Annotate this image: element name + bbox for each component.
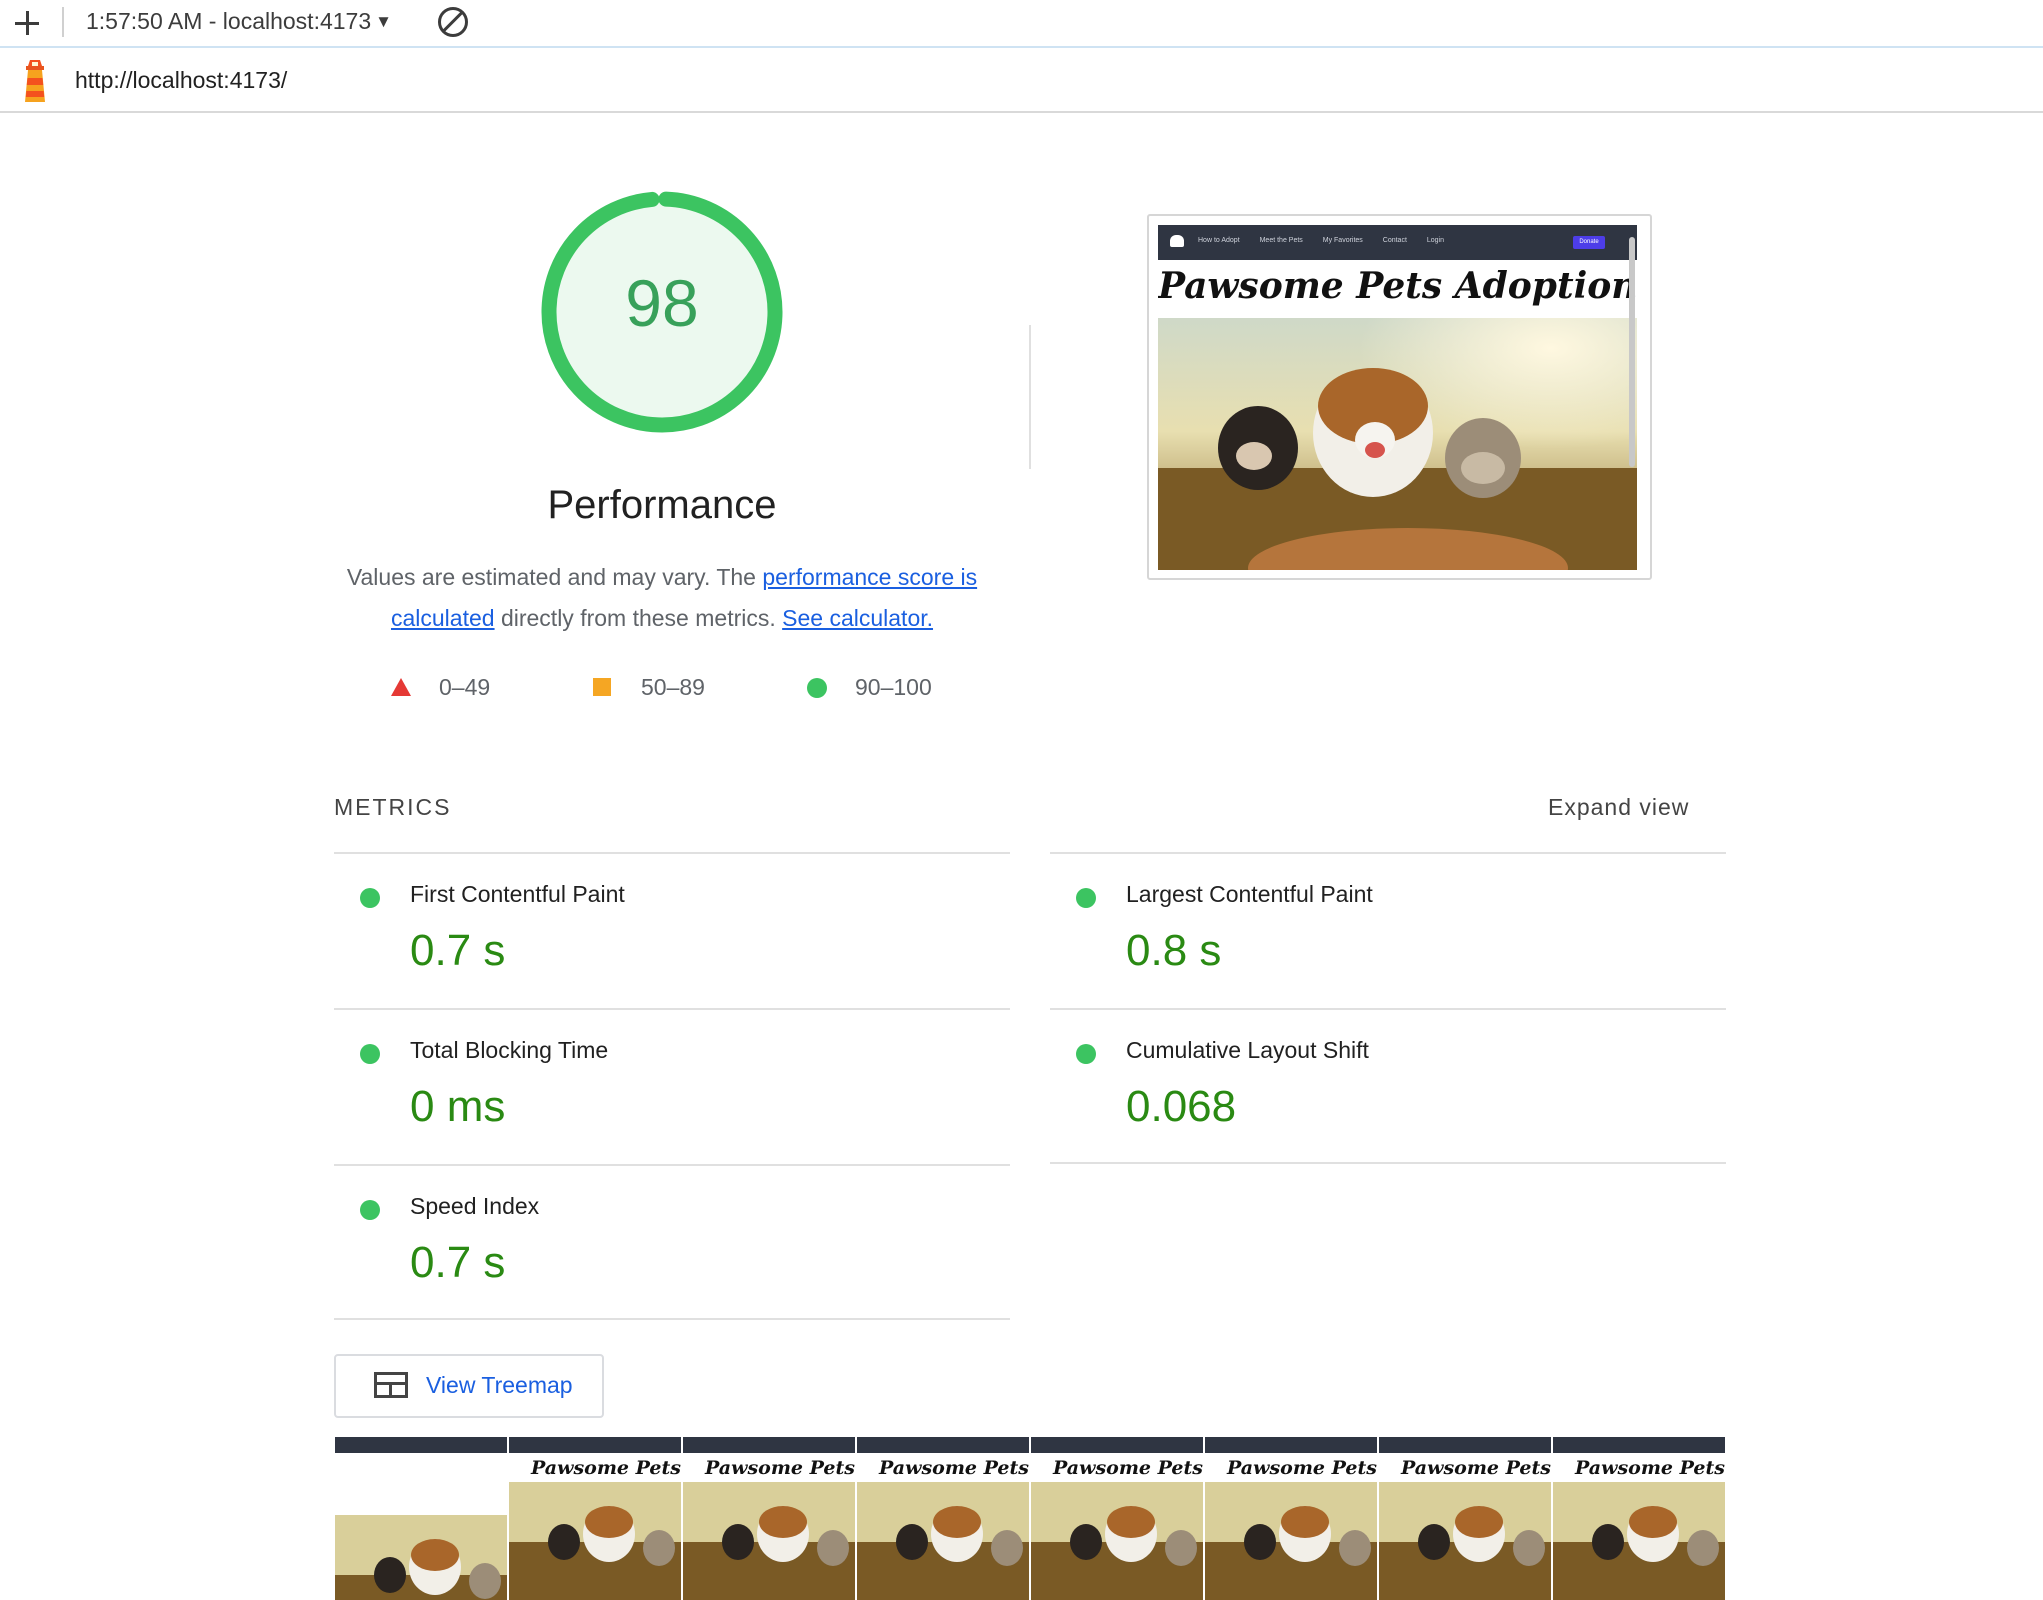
- nav-link: Contact: [1382, 237, 1407, 244]
- filmstrip-frame: Pawsome Pets Ado: [1205, 1437, 1379, 1600]
- frame-navbar: [1031, 1437, 1203, 1453]
- screenshot-viewport: How to Adopt Meet the Pets My Favorites …: [1158, 225, 1637, 570]
- site-nav-links: How to Adopt Meet the Pets My Favorites …: [1198, 237, 1462, 244]
- metric-name: Speed Index: [410, 1193, 540, 1219]
- treemap-label: View Treemap: [426, 1372, 573, 1398]
- nav-link: My Favorites: [1322, 237, 1363, 244]
- frame-title: Pawsome Pets Ado: [1401, 1457, 1551, 1479]
- report-url-bar: http://localhost:4173/: [0, 48, 2043, 113]
- metric-name: Cumulative Layout Shift: [1126, 1037, 1369, 1063]
- metric-name: Total Blocking Time: [410, 1037, 609, 1063]
- frame-blank-area: [335, 1453, 507, 1515]
- see-calculator-link[interactable]: See calculator.: [782, 605, 933, 631]
- frame-hero-image: [857, 1482, 1029, 1600]
- filmstrip-frame: Pawsome Pets Ado: [1031, 1437, 1205, 1600]
- filmstrip-frame: Pawsome Pets Ado: [509, 1437, 683, 1600]
- frame-title: Pawsome Pets Ado: [1575, 1457, 1725, 1479]
- frame-navbar: [335, 1437, 507, 1453]
- gauge-divider: [1029, 325, 1031, 469]
- filmstrip-frame: Pawsome Pets Ado: [1379, 1437, 1553, 1600]
- frame-hero-image: [335, 1515, 507, 1600]
- metric-speed-index: Speed Index 0.7 s: [334, 1166, 1010, 1322]
- metric-name: Largest Contentful Paint: [1126, 881, 1373, 907]
- report-url: http://localhost:4173/: [75, 67, 288, 93]
- nav-link: How to Adopt: [1198, 237, 1240, 244]
- frame-navbar: [1379, 1437, 1551, 1453]
- clear-icon[interactable]: [438, 7, 468, 37]
- divider: [334, 1318, 1010, 1320]
- metric-value: 0.7 s: [410, 926, 506, 975]
- view-treemap-button[interactable]: View Treemap: [334, 1354, 604, 1418]
- metric-first-contentful-paint: First Contentful Paint 0.7 s: [334, 854, 1010, 1010]
- frame-title: Pawsome Pets Ado: [531, 1457, 681, 1479]
- frame-title: Pawsome Pets Ado: [1053, 1457, 1203, 1479]
- pass-circle-icon: [1076, 1044, 1096, 1064]
- caret-down-icon: ▼: [375, 12, 392, 31]
- frame-hero-image: [1031, 1482, 1203, 1600]
- frame-hero-image: [1553, 1482, 1725, 1600]
- legend-label: 0–49: [439, 674, 491, 700]
- frame-hero-image: [1205, 1482, 1377, 1600]
- treemap-icon: [374, 1372, 408, 1398]
- frame-navbar: [683, 1437, 855, 1453]
- frame-navbar: [1553, 1437, 1725, 1453]
- frame-hero-image: [509, 1482, 681, 1600]
- metric-value: 0 ms: [410, 1082, 506, 1131]
- filmstrip-frame: [335, 1437, 509, 1600]
- frame-title: Pawsome Pets Ado: [879, 1457, 1029, 1479]
- metric-name: First Contentful Paint: [410, 881, 625, 907]
- session-label: 1:57:50 AM - localhost:4173: [86, 8, 372, 34]
- filmstrip: Pawsome Pets Ado Pawsome Pets Ado Pawsome …: [335, 1437, 1726, 1600]
- circle-icon: [807, 678, 827, 698]
- metric-value: 0.068: [1126, 1082, 1237, 1131]
- expand-view-toggle[interactable]: Expand view: [1548, 794, 1689, 821]
- pass-circle-icon: [360, 1044, 380, 1064]
- donate-button: Donate: [1573, 236, 1605, 249]
- preview-scrollbar: [1629, 237, 1635, 467]
- description-text: Values are estimated and may vary. The: [346, 564, 763, 590]
- performance-score: 98: [625, 266, 699, 340]
- metrics-heading: METRICS: [334, 794, 452, 820]
- nav-link: Login: [1426, 237, 1444, 244]
- metric-largest-contentful-paint: Largest Contentful Paint 0.8 s: [1050, 854, 1726, 1010]
- category-title: Performance: [547, 483, 777, 527]
- filmstrip-frame: Pawsome Pets Ado: [857, 1437, 1031, 1600]
- heart-paw-logo-icon: [1170, 235, 1184, 247]
- site-title: Pawsome Pets Adoption: [1158, 265, 1637, 307]
- lighthouse-icon: [25, 60, 45, 102]
- score-description: Values are estimated and may vary. The p…: [330, 557, 994, 639]
- frame-navbar: [857, 1437, 1029, 1453]
- description-text-2: directly from these metrics.: [494, 605, 783, 631]
- filmstrip-frame: Pawsome Pets Ado: [1553, 1437, 1726, 1600]
- frame-title: Pawsome Pets Ado: [1227, 1457, 1377, 1479]
- hero-pets-image: [1158, 318, 1637, 570]
- report-session-dropdown[interactable]: 1:57:50 AM - localhost:4173 ▼: [86, 8, 392, 35]
- metric-cumulative-layout-shift: Cumulative Layout Shift 0.068: [1050, 1010, 1726, 1166]
- metric-value: 0.8 s: [1126, 926, 1222, 975]
- frame-hero-image: [683, 1482, 855, 1600]
- final-screenshot[interactable]: How to Adopt Meet the Pets My Favorites …: [1147, 214, 1652, 580]
- legend-label: 50–89: [641, 674, 705, 700]
- pass-circle-icon: [360, 1200, 380, 1220]
- pass-circle-icon: [360, 888, 380, 908]
- devtools-toolbar: 1:57:50 AM - localhost:4173 ▼: [0, 0, 2043, 48]
- filmstrip-frame: Pawsome Pets Ado: [683, 1437, 857, 1600]
- divider: [1050, 1162, 1726, 1164]
- square-icon: [593, 678, 611, 696]
- frame-navbar: [509, 1437, 681, 1453]
- metric-value: 0.7 s: [410, 1238, 506, 1287]
- plus-icon[interactable]: [13, 9, 41, 37]
- pass-circle-icon: [1076, 888, 1096, 908]
- site-navbar: How to Adopt Meet the Pets My Favorites …: [1158, 225, 1637, 260]
- triangle-icon: [391, 678, 411, 696]
- toolbar-divider: [62, 7, 64, 37]
- legend-label: 90–100: [855, 674, 932, 700]
- frame-title: Pawsome Pets Ado: [705, 1457, 855, 1479]
- nav-link: Meet the Pets: [1259, 237, 1303, 244]
- metric-total-blocking-time: Total Blocking Time 0 ms: [334, 1010, 1010, 1166]
- frame-navbar: [1205, 1437, 1377, 1453]
- frame-hero-image: [1379, 1482, 1551, 1600]
